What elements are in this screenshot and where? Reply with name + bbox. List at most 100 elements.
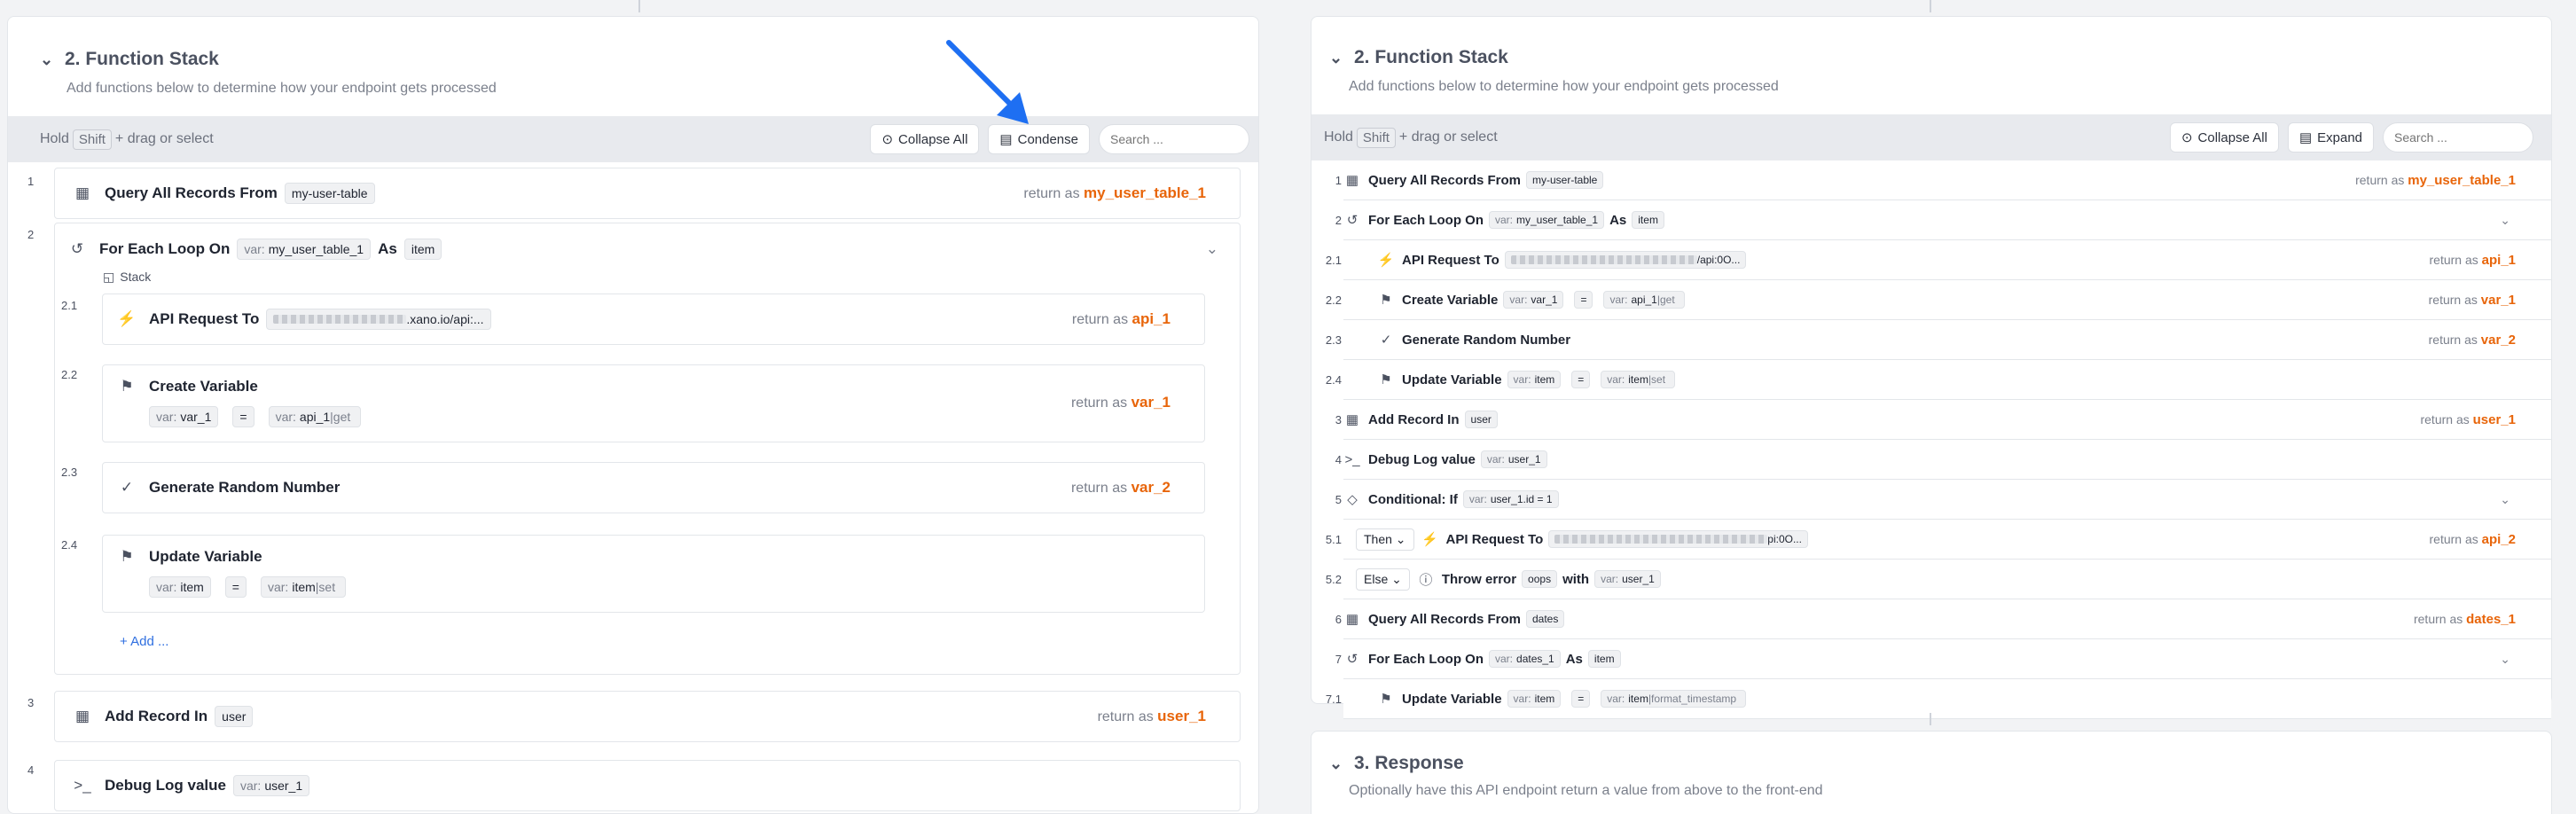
function-row-query-all[interactable]: 1 ▦ Query All Records From my-user-table… [1335,160,2551,200]
function-row-debug-log[interactable]: 4 >_ Debug Log value var: user_1 [1335,440,2551,480]
condense-icon: ▤ [999,132,1013,147]
equals-chip: = [1574,291,1593,309]
section-subtitle: Add functions below to determine how you… [1349,79,1779,94]
table-chip[interactable]: my-user-table [1526,171,1604,189]
row-number: 2.1 [61,299,78,312]
row-number: 4 [27,763,35,777]
shift-key: Shift [72,129,112,150]
function-row-random-number[interactable]: ✓ Generate Random Number return as var_2 [102,462,1205,513]
function-row-debug-log[interactable]: >_ Debug Log value var: user_1 [54,760,1241,811]
function-row-update-variable[interactable]: ⚑ Update Variable var: item = var: item |se… [102,535,1205,613]
chevron-down-icon[interactable]: ⌄ [2500,213,2510,228]
var-chip[interactable]: var: var_1 [1503,291,1564,309]
var-chip[interactable]: var: user_1 [232,775,310,796]
chevron-down-icon[interactable]: ⌄ [1206,240,1218,258]
collapse-icon: ⊙ [2181,130,2193,145]
value-chip[interactable]: var: item |set [1601,371,1676,388]
response-subtitle: Optionally have this API endpoint return… [1349,783,1823,798]
var-chip[interactable]: var: var_1 [149,406,219,427]
row-number: 3 [27,696,35,709]
error-chip[interactable]: oops [1522,570,1558,588]
as-chip[interactable]: item [1632,211,1664,229]
chevron-down-icon[interactable]: ⌄ [2500,652,2510,667]
function-row-update-variable-timestamp[interactable]: 7.1 ⚑ Update Variable var: item = var: ite… [1326,679,2551,719]
value-chip[interactable]: var: api_1 |get [268,406,362,427]
else-select[interactable]: Else ⌄ [1356,567,1410,591]
function-row-random-number[interactable]: 2.3 ✓ Generate Random Number return as v… [1326,320,2551,360]
table-icon: ▦ [74,184,90,201]
return-as: return as my_user_table_1 [1023,184,1206,201]
drag-hint: + drag or select [114,131,214,146]
as-chip[interactable]: item [1587,650,1621,668]
url-chip[interactable]: .xano.io/api:... [266,309,491,330]
expand-button[interactable]: ▤ Expand [2287,122,2374,153]
function-row-create-variable[interactable]: 2.2 ⚑ Create Variable var: var_1 = var: ap… [1326,280,2551,320]
alert-icon: ⓘ [1419,572,1433,588]
function-row-else-throw-error[interactable]: 5.2 Else ⌄ ⓘ Throw error oops with var: u… [1326,560,2551,599]
chevron-down-icon[interactable]: ⌄ [40,51,56,69]
var-chip[interactable]: var: user_1 [1594,570,1661,588]
add-function-link[interactable]: + Add ... [120,634,168,649]
var-chip[interactable]: var: item [1507,371,1562,388]
value-chip[interactable]: var: item |set [260,576,347,598]
terminal-icon: >_ [1344,451,1360,467]
loop-var-chip[interactable]: var: my_user_table_1 [1489,211,1605,229]
function-row-for-each-dates[interactable]: 7 ↺ For Each Loop On var: dates_1 As item… [1335,639,2551,679]
table-chip[interactable]: dates [1526,610,1565,628]
terminal-icon: >_ [74,777,91,794]
pointer-arrow-icon [946,40,1029,124]
var-chip[interactable]: var: item [149,576,211,598]
function-row-query-all[interactable]: ▦ Query All Records From my-user-table r… [54,168,1241,219]
function-row-api-request[interactable]: 2.1 ⚡ API Request To /api:0O... return a… [1326,240,2551,280]
response-card: ⌄ 3. Response Optionally have this API e… [1311,731,2552,814]
section-title[interactable]: ⌄ 2. Function Stack [1329,47,1508,68]
value-chip[interactable]: var: api_1 |get [1603,291,1685,309]
function-row-api-request[interactable]: ⚡ API Request To .xano.io/api:... return… [102,294,1205,345]
tag-icon: ⚑ [1380,692,1392,707]
return-as: return as user_1 [2420,411,2516,427]
value-chip[interactable]: var: item |format_timestamp [1601,690,1747,708]
section-title[interactable]: ⌄ 2. Function Stack [40,49,219,70]
row-number: 2.3 [61,466,78,479]
loop-var-chip[interactable]: var: dates_1 [1489,650,1561,668]
function-row-query-dates[interactable]: 6 ▦ Query All Records From dates return … [1335,599,2551,639]
function-row-create-variable[interactable]: ⚑ Create Variable var: var_1 = var: api_1 |… [102,364,1205,442]
function-row-then-api-request[interactable]: 5.1 Then ⌄ ⚡ API Request To pi:0O... ret… [1326,520,2551,560]
search-input[interactable] [2383,122,2533,153]
url-chip[interactable]: /api:0O... [1504,251,1747,269]
search-input[interactable] [1099,124,1249,154]
chevron-down-icon[interactable]: ⌄ [1329,49,1345,67]
chevron-down-icon[interactable]: ⌄ [2500,492,2510,507]
table-chip[interactable]: user [215,706,254,727]
section-header: ⌄ 2. Function Stack Add functions below … [8,17,1258,98]
return-as: return as var_1 [2428,292,2516,308]
tag-icon: ⚑ [1380,293,1392,308]
table-chip[interactable]: user [1464,411,1498,428]
loop-icon: ↺ [70,240,84,257]
loop-var-chip[interactable]: var: my_user_table_1 [237,239,372,260]
function-row-conditional[interactable]: 5 ◇ Conditional: If var: user_1.id = 1 ⌄ [1335,480,2551,520]
var-chip[interactable]: var: item [1507,690,1562,708]
hold-label: Hold [1324,129,1353,145]
as-chip[interactable]: item [403,239,442,260]
function-row-update-variable[interactable]: 2.4 ⚑ Update Variable var: item = var: ite… [1326,360,2551,400]
var-chip[interactable]: var: user_1 [1480,450,1547,468]
equals-chip: = [232,406,254,427]
then-select[interactable]: Then ⌄ [1356,528,1414,551]
hold-label: Hold [40,131,69,146]
collapse-all-button[interactable]: ⊙ Collapse All [2169,122,2279,153]
return-as: return as user_1 [1097,708,1206,724]
equals-chip: = [224,576,247,598]
chevron-down-icon[interactable]: ⌄ [1329,755,1345,773]
function-row-add-record[interactable]: ▦ Add Record In user return as user_1 [54,691,1241,742]
return-as: return as api_1 [2429,252,2517,268]
url-chip[interactable]: pi:0O... [1548,530,1808,548]
right-panel: ⌄ 2. Function Stack Add functions below … [1311,0,2576,814]
tag-icon: ⚑ [120,548,134,565]
table-chip[interactable]: my-user-table [284,183,375,204]
expand-icon: ▤ [2298,130,2313,145]
response-title[interactable]: ⌄ 3. Response [1329,753,1464,774]
function-row-add-record[interactable]: 3 ▦ Add Record In user return as user_1 [1335,400,2551,440]
function-row-for-each[interactable]: 2 ↺ For Each Loop On var: my_user_table_1… [1335,200,2551,240]
condition-chip[interactable]: var: user_1.id = 1 [1462,490,1559,508]
